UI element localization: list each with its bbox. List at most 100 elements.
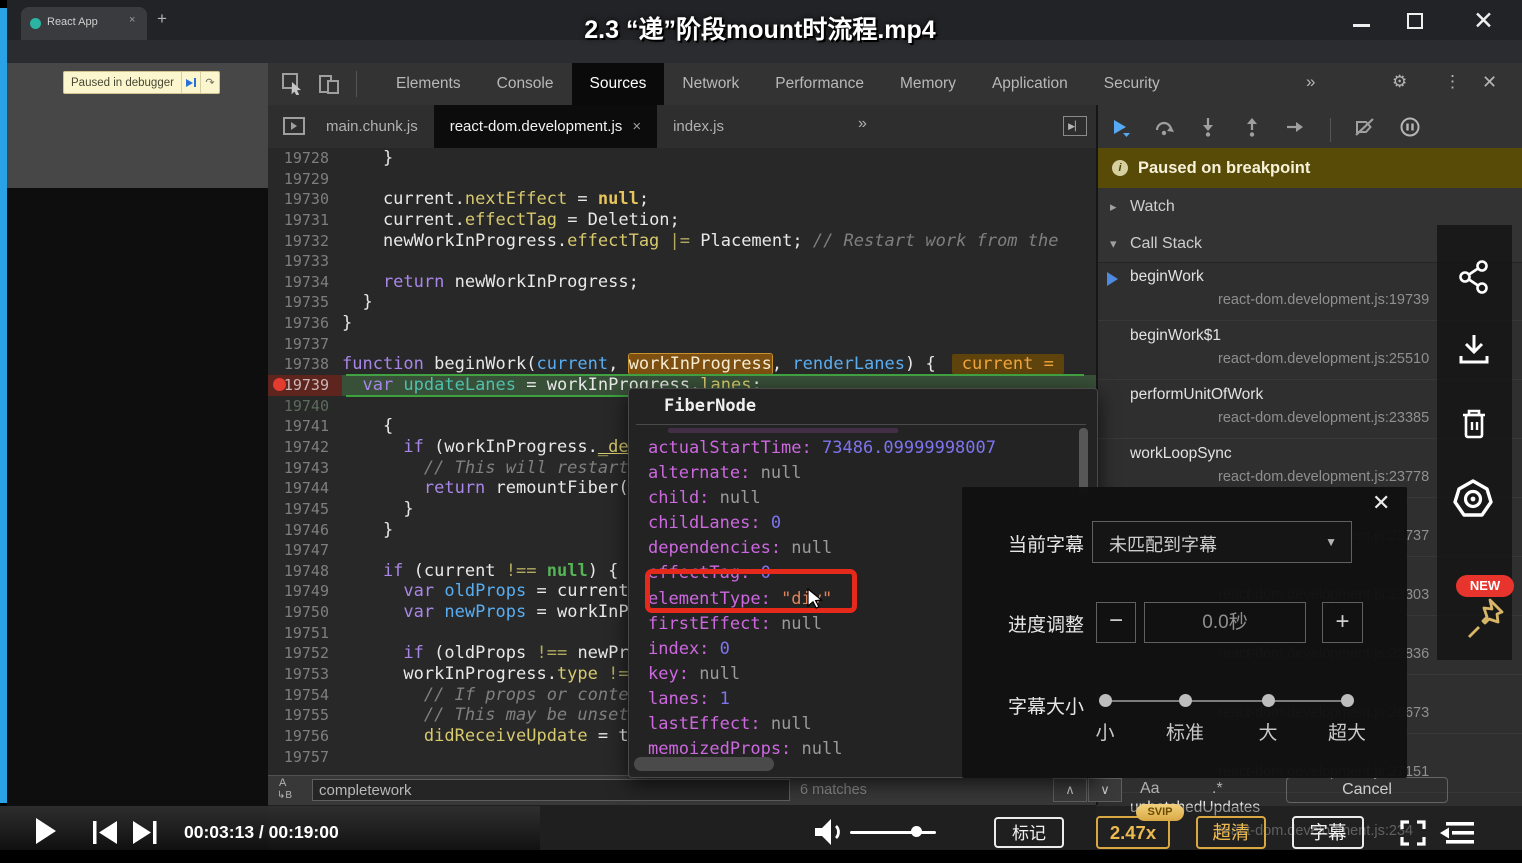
close-devtools-icon[interactable]: ✕ xyxy=(1482,72,1497,93)
pin-icon[interactable] xyxy=(1464,596,1508,653)
line-number[interactable]: 19736 xyxy=(268,313,342,334)
line-number[interactable]: 19751 xyxy=(268,623,342,644)
step-into-icon[interactable] xyxy=(1198,117,1218,142)
window-close-button[interactable]: ✕ xyxy=(1473,6,1494,36)
step-over-icon[interactable] xyxy=(1154,117,1174,142)
file-tab-main.chunk.js[interactable]: main.chunk.js xyxy=(310,105,434,148)
fiber-prop-key[interactable]: key: null xyxy=(648,662,996,687)
line-number[interactable]: 19735 xyxy=(268,292,342,313)
devtools-tab-performance[interactable]: Performance xyxy=(757,63,882,105)
devtools-tab-network[interactable]: Network xyxy=(664,63,757,105)
kebab-menu-icon[interactable]: ⋮ xyxy=(1444,72,1461,92)
search-input[interactable] xyxy=(312,779,790,801)
target-record-icon[interactable] xyxy=(1451,478,1495,527)
fiber-prop-childLanes[interactable]: childLanes: 0 xyxy=(648,511,996,536)
step-over-button[interactable]: ↷ xyxy=(199,72,219,93)
more-tabs-icon[interactable]: » xyxy=(1306,72,1315,92)
line-number[interactable]: 19732 xyxy=(268,231,342,252)
line-number[interactable]: 19750 xyxy=(268,602,342,623)
pause-on-exceptions-icon[interactable] xyxy=(1399,116,1421,143)
fiber-prop-lanes[interactable]: lanes: 1 xyxy=(648,687,996,712)
devtools-tab-elements[interactable]: Elements xyxy=(378,63,479,105)
watch-section-header[interactable]: ▸ Watch xyxy=(1098,188,1522,227)
size-slider-dot-icon[interactable] xyxy=(1178,694,1192,707)
subtitle-button[interactable]: 字幕 xyxy=(1292,816,1364,849)
line-number[interactable]: 19746 xyxy=(268,520,342,541)
regex-toggle[interactable]: .* xyxy=(1212,780,1223,798)
download-icon[interactable] xyxy=(1455,332,1493,375)
progress-plus-button[interactable]: + xyxy=(1322,602,1363,643)
line-number[interactable]: 19729 xyxy=(268,169,342,190)
mark-button[interactable]: 标记 xyxy=(994,817,1064,848)
delete-icon[interactable] xyxy=(1455,406,1493,449)
fiber-prop-index[interactable]: index: 0 xyxy=(648,637,996,662)
line-number[interactable]: 19753 xyxy=(268,664,342,685)
more-files-icon[interactable]: » xyxy=(858,115,867,133)
browser-tab[interactable]: React App × xyxy=(21,7,147,40)
navigator-toggle-icon[interactable] xyxy=(283,117,305,139)
device-toolbar-icon[interactable] xyxy=(318,73,340,95)
line-number[interactable]: 19743 xyxy=(268,458,342,479)
progress-minus-button[interactable]: − xyxy=(1096,602,1136,643)
line-number[interactable]: 19730 xyxy=(268,189,342,210)
line-number[interactable]: 19739 xyxy=(268,375,342,396)
close-panel-icon[interactable]: ✕ xyxy=(1372,490,1390,516)
fiber-prop-firstEffect[interactable]: firstEffect: null xyxy=(648,612,996,637)
fiber-prop-actualStartTime[interactable]: actualStartTime: 73486.09999998007 xyxy=(648,436,996,461)
line-number[interactable]: 19737 xyxy=(268,334,342,355)
popup-scrollbar[interactable] xyxy=(1079,428,1088,496)
inspect-element-icon[interactable] xyxy=(282,73,304,96)
deactivate-breakpoints-icon[interactable] xyxy=(1355,117,1375,142)
next-match-button[interactable]: ∨ xyxy=(1088,778,1122,802)
size-slider-dot-icon[interactable] xyxy=(1098,694,1112,707)
size-slider-track[interactable] xyxy=(1105,700,1347,702)
line-number[interactable]: 19738 xyxy=(268,354,342,375)
step-out-icon[interactable] xyxy=(1242,117,1262,142)
line-number[interactable]: 19752 xyxy=(268,643,342,664)
play-button[interactable] xyxy=(36,818,56,844)
fiber-prop-lastEffect[interactable]: lastEffect: null xyxy=(648,712,996,737)
settings-gear-icon[interactable]: ⚙ xyxy=(1392,72,1407,92)
volume-slider-knob[interactable] xyxy=(911,826,922,837)
window-maximize-button[interactable] xyxy=(1407,13,1423,29)
devtools-tab-security[interactable]: Security xyxy=(1086,63,1178,105)
size-slider-dot-icon[interactable] xyxy=(1261,694,1275,707)
subtitle-select-dropdown[interactable]: 未匹配到字幕 ▼ xyxy=(1092,521,1352,563)
line-number[interactable]: 19755 xyxy=(268,705,342,726)
line-number[interactable]: 19757 xyxy=(268,747,342,768)
line-number[interactable]: 19749 xyxy=(268,581,342,602)
line-number[interactable]: 19747 xyxy=(268,540,342,561)
show-debugger-sidebar-icon[interactable]: ▶▏ xyxy=(1063,116,1087,136)
window-minimize-button[interactable] xyxy=(1353,24,1370,27)
volume-slider[interactable] xyxy=(850,831,936,834)
line-number[interactable]: 19731 xyxy=(268,210,342,231)
line-number[interactable]: 19756 xyxy=(268,726,342,747)
volume-icon[interactable] xyxy=(812,817,846,852)
close-tab-icon[interactable]: × xyxy=(129,14,135,26)
devtools-tab-console[interactable]: Console xyxy=(479,63,572,105)
line-number[interactable]: 19744 xyxy=(268,478,342,499)
resume-script-button[interactable] xyxy=(180,72,200,93)
next-video-button[interactable] xyxy=(130,819,160,851)
devtools-tab-sources[interactable]: Sources xyxy=(571,63,665,105)
line-number[interactable]: 19741 xyxy=(268,416,342,437)
step-icon[interactable] xyxy=(1286,117,1306,142)
line-number[interactable]: 19740 xyxy=(268,396,342,417)
cancel-search-button[interactable]: Cancel xyxy=(1286,777,1448,803)
line-number[interactable]: 19734 xyxy=(268,272,342,293)
size-slider-dot-icon[interactable] xyxy=(1340,694,1354,707)
line-number[interactable]: 19728 xyxy=(268,148,342,169)
file-tab-index.js[interactable]: index.js xyxy=(657,105,740,148)
find-replace-mode-icon[interactable]: A ↳B xyxy=(277,777,292,801)
close-file-tab-icon[interactable]: × xyxy=(632,105,641,148)
quality-button[interactable]: 超清 xyxy=(1196,816,1266,849)
fiber-prop-alternate[interactable]: alternate: null xyxy=(648,461,996,486)
fullscreen-icon[interactable] xyxy=(1398,818,1428,853)
popup-horizontal-scrollbar[interactable] xyxy=(634,757,774,771)
fiber-prop-dependencies[interactable]: dependencies: null xyxy=(648,536,996,561)
previous-match-button[interactable]: ∧ xyxy=(1053,778,1087,802)
line-number[interactable]: 19745 xyxy=(268,499,342,520)
new-tab-button[interactable]: + xyxy=(157,9,167,29)
line-number[interactable]: 19748 xyxy=(268,561,342,582)
line-number[interactable]: 19742 xyxy=(268,437,342,458)
